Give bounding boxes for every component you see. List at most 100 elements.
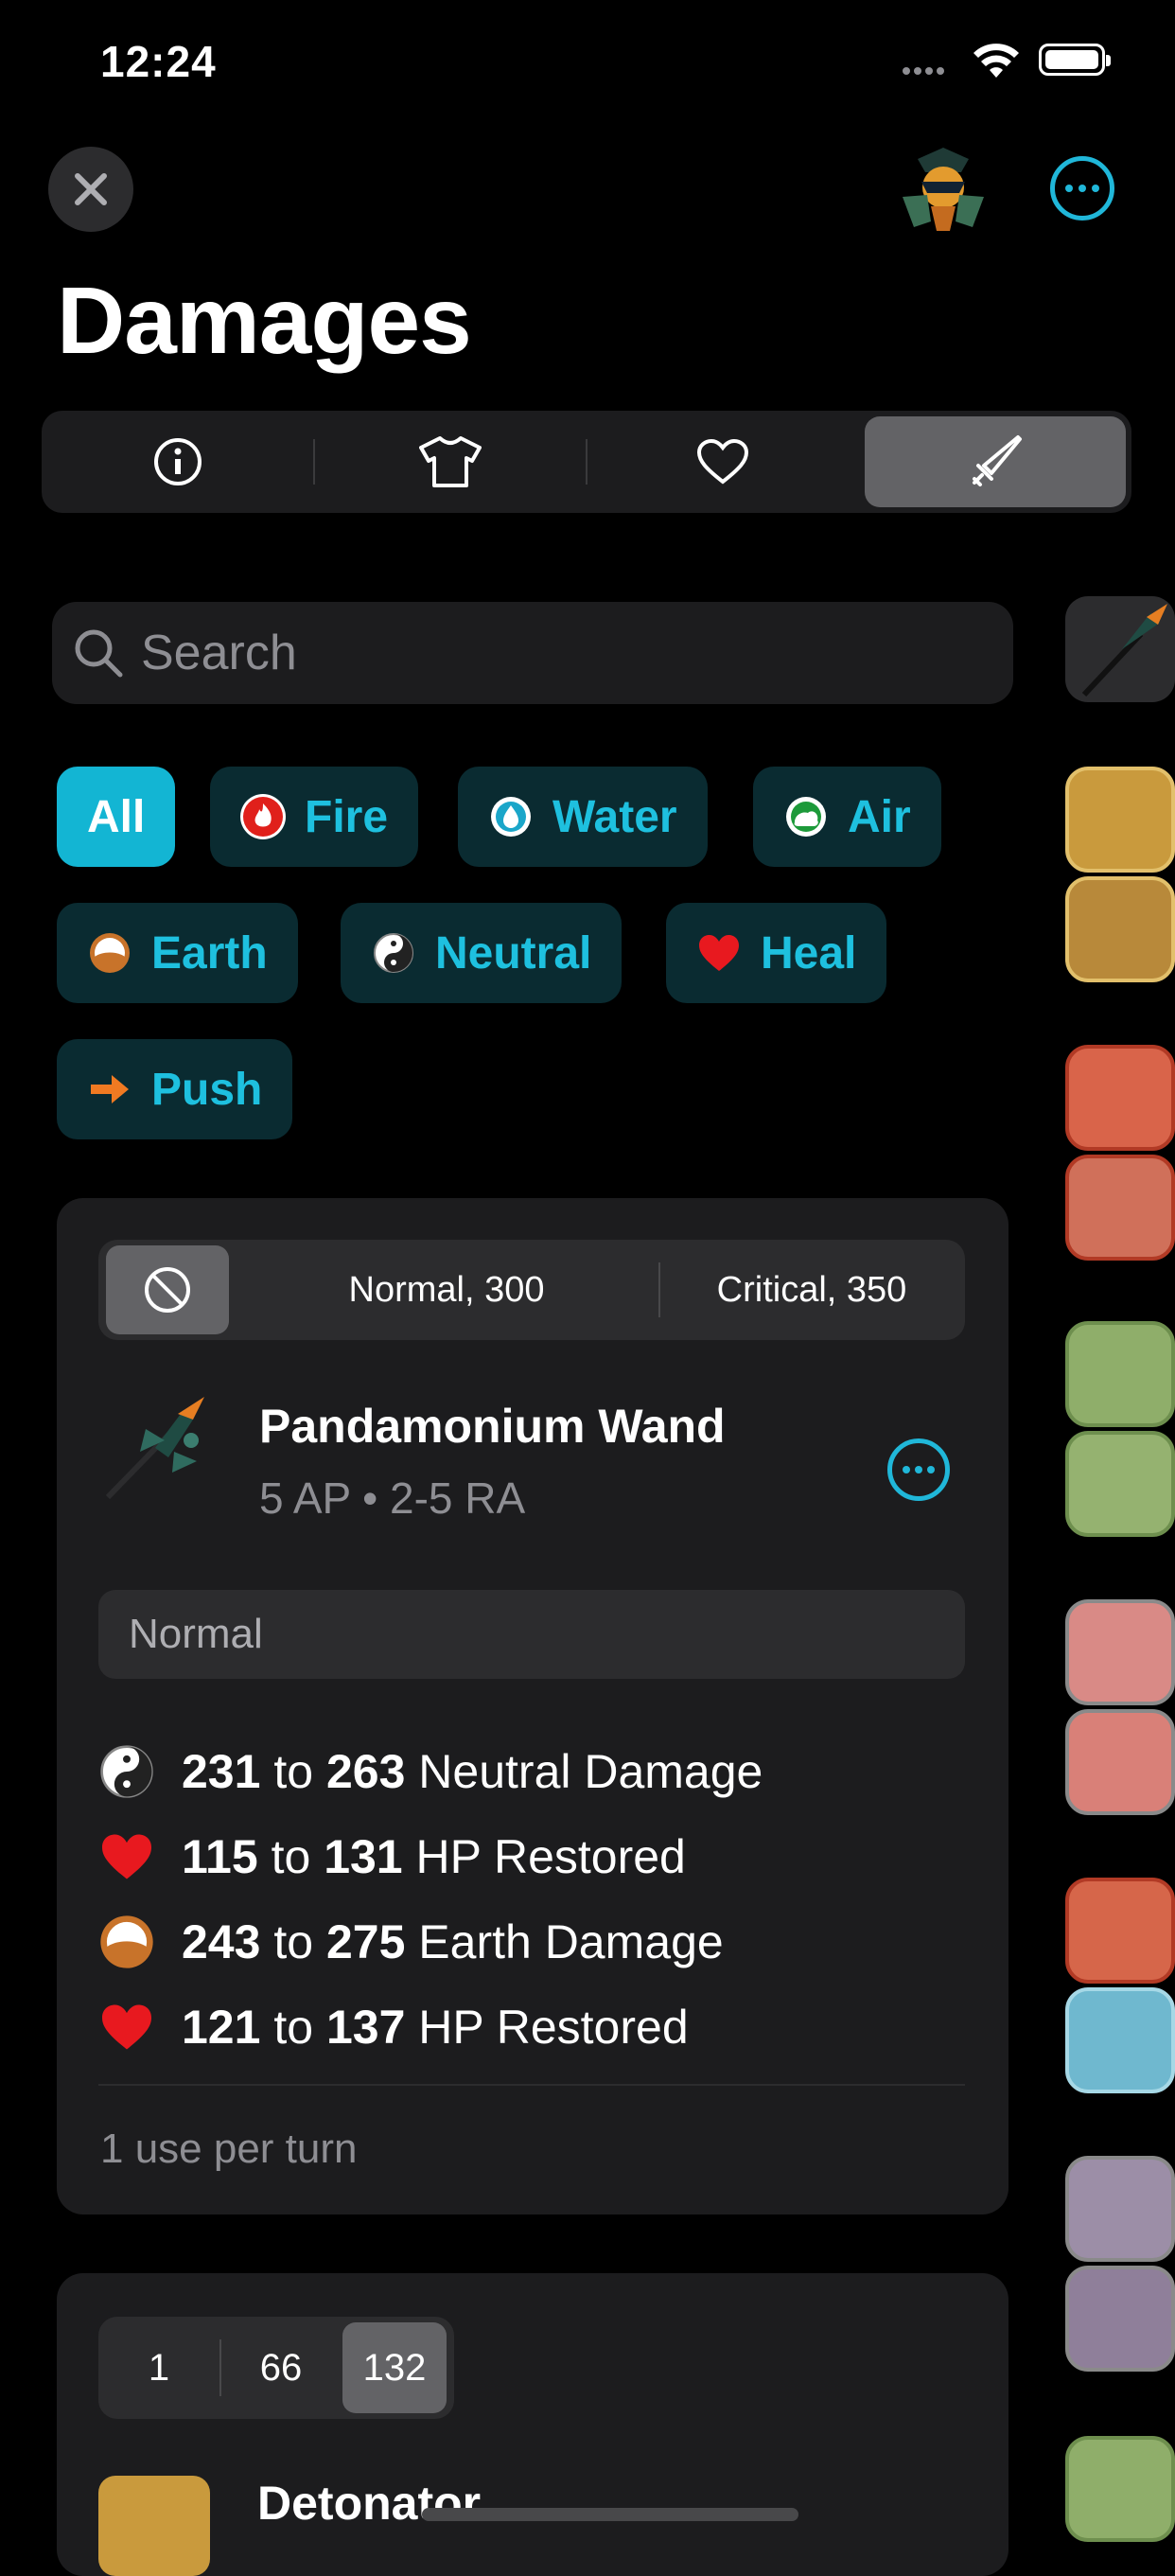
- close-button[interactable]: [48, 147, 133, 232]
- signal-icon: [903, 62, 948, 79]
- heart-icon: [696, 930, 742, 976]
- tab-info[interactable]: [42, 411, 314, 513]
- effect-max: 137: [325, 2001, 406, 2054]
- filter-water[interactable]: Water: [458, 767, 708, 867]
- filter-air[interactable]: Air: [753, 767, 941, 867]
- spell-icon[interactable]: [1065, 2266, 1175, 2372]
- weapon-card: Normal, 300 Critical, 350 Pandamonium Wa…: [57, 1198, 1008, 2214]
- earth-icon: [87, 930, 132, 976]
- spell-icon[interactable]: [1065, 1987, 1175, 2093]
- spell-icon[interactable]: [1065, 1878, 1175, 1984]
- effect-row: 121 to 137 HP Restored: [98, 1999, 689, 2056]
- effect-to: to: [273, 2001, 314, 2054]
- spell-icon[interactable]: [1065, 1321, 1175, 1427]
- air-icon: [783, 794, 829, 839]
- heart-outline-icon: [696, 438, 749, 485]
- filter-label: All: [87, 791, 146, 842]
- earth-icon: [98, 1914, 155, 1970]
- weapon-icon: [98, 1391, 221, 1509]
- weapon-shortcut-icon[interactable]: [1065, 596, 1175, 702]
- search-field[interactable]: Search: [52, 602, 1013, 704]
- uses-per-turn: 1 use per turn: [100, 2126, 358, 2172]
- effect-min: 231: [182, 1745, 261, 1798]
- info-icon: [154, 438, 202, 485]
- prohibited-icon: [145, 1267, 190, 1313]
- effect-to: to: [273, 1915, 314, 1968]
- level-segment-selected[interactable]: 132: [342, 2317, 447, 2419]
- filter-label: Push: [151, 1064, 263, 1115]
- search-placeholder: Search: [141, 626, 297, 680]
- more-options-button[interactable]: [1050, 156, 1114, 221]
- spell-icon[interactable]: [1065, 2156, 1175, 2262]
- fire-icon: [240, 794, 286, 839]
- filter-earth[interactable]: Earth: [57, 903, 298, 1003]
- spell-icon[interactable]: [1065, 767, 1175, 873]
- status-time: 12:24: [100, 37, 217, 86]
- filter-label: Heal: [761, 927, 857, 979]
- spell-icon[interactable]: [1065, 2436, 1175, 2542]
- critical-mode-segment[interactable]: Critical, 350: [662, 1240, 961, 1340]
- effect-row: 243 to 275 Earth Damage: [98, 1914, 724, 1970]
- effect-min: 121: [182, 2001, 261, 2054]
- filter-heal[interactable]: Heal: [666, 903, 887, 1003]
- spell-card: 1 66 132 Detonator: [57, 2273, 1008, 2576]
- effect-max: 275: [325, 1915, 406, 1968]
- page-title: Damages: [57, 268, 472, 374]
- filter-push[interactable]: Push: [57, 1039, 293, 1139]
- weapon-meta: 5 AP • 2-5 RA: [259, 1473, 526, 1523]
- search-icon: [75, 629, 123, 678]
- weapon-more-button[interactable]: [887, 1438, 950, 1501]
- spell-icon[interactable]: [1065, 1155, 1175, 1261]
- battery-icon: [1039, 44, 1111, 76]
- effect-label: HP Restored: [418, 2001, 689, 2054]
- no-mode-segment[interactable]: [106, 1245, 229, 1334]
- filter-label: Air: [848, 791, 911, 842]
- arrow-icon: [87, 1067, 132, 1112]
- close-icon: [75, 173, 107, 205]
- divider: [98, 2084, 965, 2086]
- level-segment[interactable]: 66: [221, 2317, 341, 2419]
- effect-min: 115: [182, 1830, 258, 1883]
- spell-name: Detonator: [257, 2477, 482, 2530]
- neutral-icon: [98, 1743, 155, 1800]
- heart-icon: [98, 1999, 155, 2056]
- spell-icon[interactable]: [1065, 1599, 1175, 1705]
- spell-icon[interactable]: [1065, 1045, 1175, 1151]
- effect-max: 131: [324, 1830, 403, 1883]
- filter-fire[interactable]: Fire: [210, 767, 419, 867]
- tab-equipment[interactable]: [314, 411, 587, 513]
- spell-level-control: 1 66 132: [98, 2317, 454, 2419]
- filter-label: Fire: [305, 791, 389, 842]
- water-icon: [488, 794, 534, 839]
- filter-label: Earth: [151, 927, 268, 979]
- section-header: Normal: [98, 1590, 965, 1679]
- effect-min: 243: [182, 1915, 261, 1968]
- weapon-name: Pandamonium Wand: [259, 1400, 726, 1453]
- spell-icon[interactable]: [1065, 1709, 1175, 1815]
- wifi-icon: [973, 42, 1020, 84]
- effect-label: Neutral Damage: [418, 1745, 763, 1798]
- normal-mode-segment[interactable]: Normal, 300: [237, 1240, 657, 1340]
- tab-damages[interactable]: [865, 416, 1126, 507]
- effect-label: Earth Damage: [418, 1915, 724, 1968]
- filter-label: Water: [552, 791, 677, 842]
- level-segment[interactable]: 1: [98, 2317, 219, 2419]
- tab-favorites[interactable]: [587, 411, 859, 513]
- heart-icon: [98, 1828, 155, 1885]
- home-indicator: [422, 2508, 798, 2521]
- filter-all[interactable]: All: [57, 767, 176, 867]
- spell-icon[interactable]: [1065, 1431, 1175, 1537]
- spell-icon[interactable]: [1065, 876, 1175, 982]
- effect-row: 115 to 131 HP Restored: [98, 1828, 686, 1885]
- character-avatar[interactable]: [893, 140, 993, 235]
- damage-mode-control: Normal, 300 Critical, 350: [98, 1240, 965, 1340]
- neutral-icon: [371, 930, 416, 976]
- shirt-icon: [419, 436, 482, 487]
- filter-neutral[interactable]: Neutral: [341, 903, 623, 1003]
- effect-to: to: [273, 1745, 314, 1798]
- section-tabs: [42, 411, 1131, 513]
- effect-max: 263: [325, 1745, 406, 1798]
- sword-icon: [973, 435, 1022, 486]
- effect-label: HP Restored: [415, 1830, 686, 1883]
- effect-row: 231 to 263 Neutral Damage: [98, 1743, 763, 1800]
